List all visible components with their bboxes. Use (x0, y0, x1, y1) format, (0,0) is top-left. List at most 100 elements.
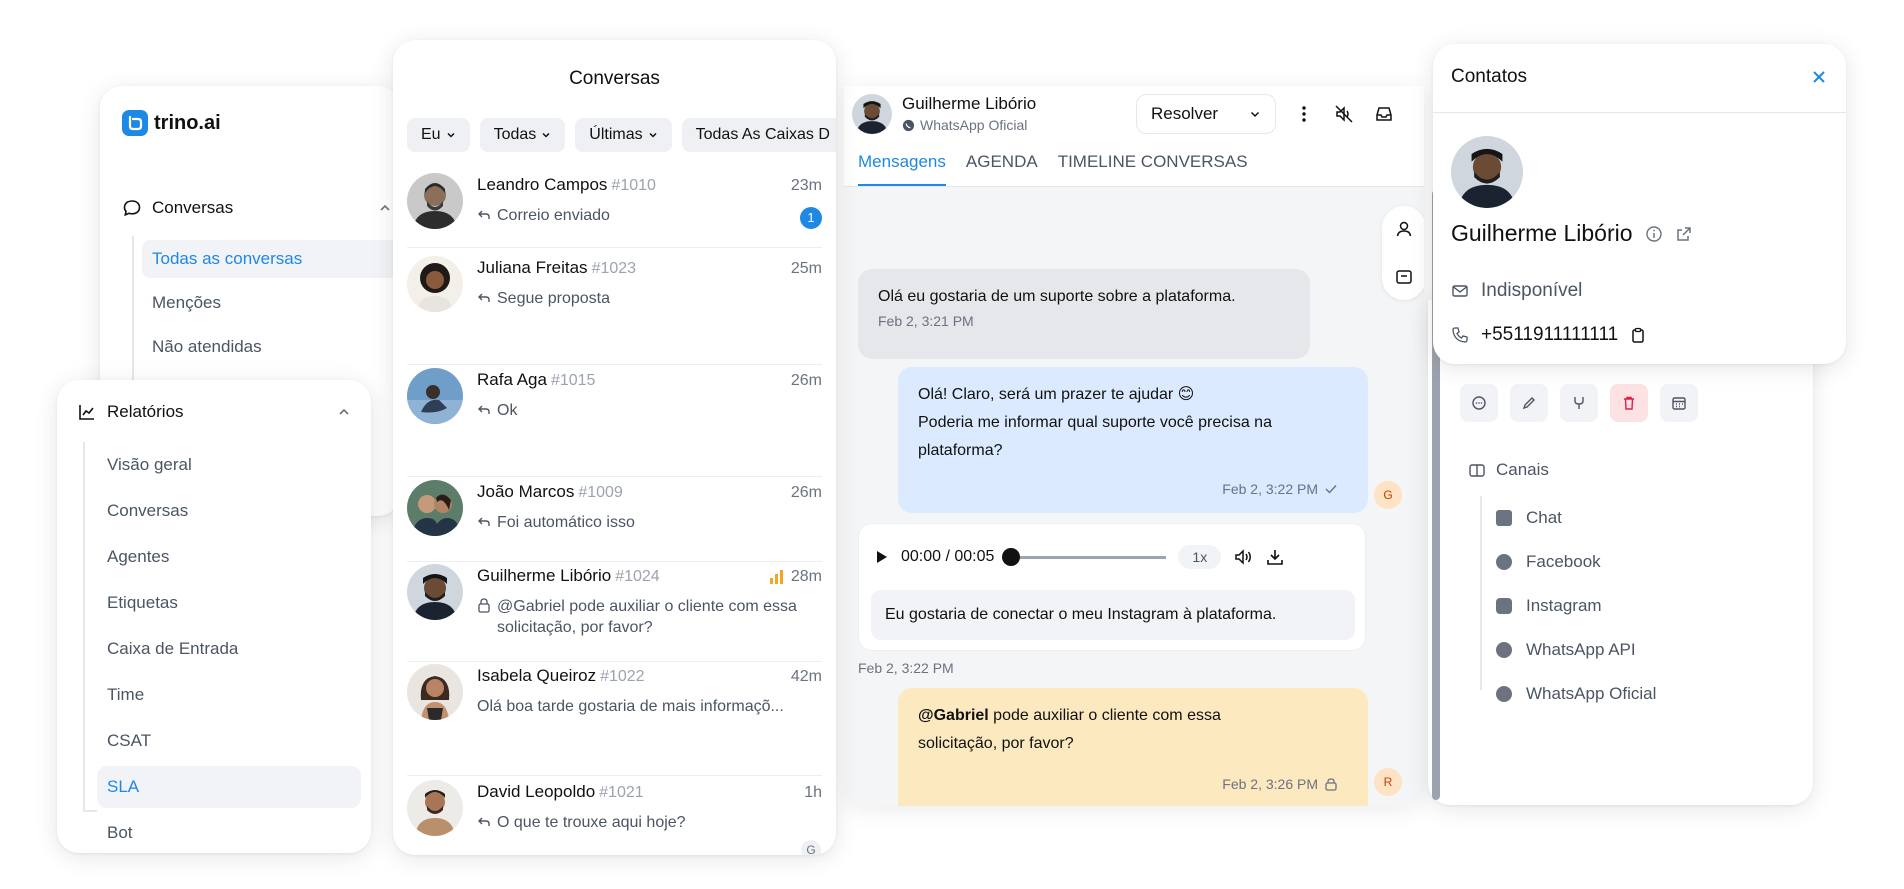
audio-progress[interactable] (1002, 547, 1167, 566)
filter-inbox[interactable]: Todas As Caixas D (681, 118, 836, 152)
sidebar-item-todas[interactable]: Todas as conversas (142, 240, 400, 278)
brand-name: trino.ai (154, 111, 221, 134)
chat-contact-name[interactable]: Guilherme Libório (902, 94, 1036, 114)
sidebar-item-nao-atendidas[interactable]: Não atendidas (142, 328, 400, 366)
chat-panel: Guilherme Libório WhatsApp Oficial Resol… (844, 86, 1424, 806)
download-icon[interactable] (1265, 547, 1285, 567)
message-time: Feb 2, 3:22 PM (858, 660, 954, 676)
line-chart-icon (79, 405, 94, 420)
external-link-icon[interactable] (1675, 225, 1693, 243)
filter-assignee[interactable]: Eu (407, 118, 470, 152)
chevron-down-icon[interactable] (1249, 108, 1261, 120)
chat-contact-avatar[interactable] (852, 94, 892, 134)
contact-info-icon[interactable] (1395, 220, 1413, 238)
note-text: pode auxiliar o cliente com essa (988, 707, 1221, 724)
calendar-button[interactable] (1660, 384, 1698, 422)
chevron-up-icon[interactable] (378, 201, 392, 215)
edit-contact-button[interactable] (1510, 384, 1548, 422)
report-item-sla[interactable]: SLA (97, 766, 361, 808)
conversation-item[interactable]: Guilherme Libório #1024 28m @Gabriel pode… (407, 564, 822, 662)
notes-icon[interactable] (1395, 268, 1413, 286)
brand-logo[interactable]: trino.ai (122, 110, 221, 136)
channel-item-facebook[interactable]: Facebook (1496, 552, 1601, 572)
report-item-conversas[interactable]: Conversas (97, 490, 361, 532)
preview-text: Correio enviado (497, 207, 610, 224)
filter-label: Últimas (589, 126, 643, 143)
conversation-item[interactable]: Rafa Aga #1015 26m Ok (407, 368, 822, 477)
more-options-icon[interactable] (1294, 104, 1314, 124)
avatar (407, 368, 463, 424)
channel-label: Instagram (1526, 596, 1602, 615)
close-icon[interactable] (1810, 68, 1828, 86)
conversation-preview: Correio enviado (477, 205, 822, 226)
priority-bars-icon (769, 570, 783, 584)
report-item-agentes[interactable]: Agentes (97, 536, 361, 578)
trash-icon (1624, 396, 1634, 410)
chevron-up-icon[interactable] (337, 405, 351, 419)
playback-speed[interactable]: 1x (1178, 545, 1222, 569)
message-icon (1472, 396, 1486, 410)
merge-contact-button[interactable] (1560, 384, 1598, 422)
message-time: Feb 2, 3:22 PM (1222, 481, 1318, 497)
resolve-label: Resolver (1151, 104, 1219, 123)
whatsapp-icon (1496, 642, 1512, 658)
filter-status[interactable]: Todas (479, 118, 566, 152)
merge-icon (1574, 397, 1584, 409)
audio-time: 00:00 / 00:05 (901, 548, 995, 565)
avatar (407, 256, 463, 312)
inbox-icon[interactable] (1374, 104, 1394, 124)
channel-item-instagram[interactable]: Instagram (1496, 596, 1602, 616)
conversation-item[interactable]: Juliana Freitas #1023 25m Segue proposta (407, 256, 822, 365)
copy-icon[interactable] (1630, 327, 1646, 343)
audio-progress-knob[interactable] (1002, 547, 1021, 566)
report-item-csat[interactable]: CSAT (97, 720, 361, 762)
filter-sort[interactable]: Últimas (575, 118, 672, 152)
report-item-bot[interactable]: Bot (97, 812, 361, 853)
tab-timeline[interactable]: TIMELINE CONVERSAS (1058, 152, 1248, 186)
volume-icon[interactable] (1233, 547, 1253, 567)
conversation-item[interactable]: David Leopoldo #1021 1h O que te trouxe a… (407, 780, 822, 855)
conversation-item[interactable]: Isabela Queiroz #1022 42m Olá boa tarde g… (407, 664, 822, 776)
conversation-time: 26m (791, 372, 822, 390)
agent-initial-badge: R (1374, 768, 1402, 796)
channel-item-whatsapp-oficial[interactable]: WhatsApp Oficial (1496, 684, 1656, 704)
new-message-button[interactable] (1460, 384, 1498, 422)
preview-text: @Gabriel pode auxiliar o cliente com ess… (497, 598, 797, 636)
report-item-time[interactable]: Time (97, 674, 361, 716)
channels-section[interactable]: Canais (1468, 460, 1549, 480)
tab-mensagens[interactable]: Mensagens (858, 152, 946, 186)
tab-agenda[interactable]: AGENDA (966, 152, 1038, 186)
nav-section-relatorios[interactable]: Relatórios (77, 402, 351, 422)
resolve-button[interactable]: Resolver (1136, 94, 1276, 134)
conversation-filters: Eu Todas Últimas Todas As Caixas D (407, 118, 836, 152)
message-text: Olá eu gostaria de um suporte sobre a pl… (878, 288, 1236, 305)
report-item-caixa-de-entrada[interactable]: Caixa de Entrada (97, 628, 361, 670)
note-line: solicitação, por favor? (918, 735, 1074, 752)
report-item-visao-geral[interactable]: Visão geral (97, 444, 361, 486)
chevron-down-icon (542, 132, 550, 138)
agent-initial-badge: G (1374, 481, 1402, 509)
time-label: 23m (790, 177, 822, 194)
conversation-id: #1010 (611, 177, 656, 194)
mention[interactable]: @Gabriel (918, 707, 989, 724)
nav-section-conversas[interactable]: Conversas (122, 198, 392, 218)
instagram-icon (1496, 598, 1512, 614)
channel-item-whatsapp-api[interactable]: WhatsApp API (1496, 640, 1636, 660)
filter-label: Todas (493, 126, 537, 143)
report-item-etiquetas[interactable]: Etiquetas (97, 582, 361, 624)
conversation-item[interactable]: João Marcos #1009 26m Foi automático isso (407, 480, 822, 562)
private-note: @Gabriel pode auxiliar o cliente com ess… (898, 688, 1368, 806)
chevron-down-icon (447, 132, 455, 138)
time-label: 26m (790, 372, 822, 389)
mute-icon[interactable] (1334, 104, 1354, 124)
delete-contact-button[interactable] (1610, 384, 1648, 422)
play-icon[interactable] (873, 549, 889, 565)
avatar (407, 564, 463, 620)
chat-channel-icon (1496, 510, 1512, 526)
conversation-item[interactable]: Leandro Campos #1010 23m Correio enviado … (407, 173, 822, 248)
conversation-name: João Marcos #1009 (477, 482, 623, 502)
time-label: 26m (790, 484, 822, 501)
info-icon[interactable] (1645, 225, 1663, 243)
sidebar-item-mencoes[interactable]: Menções (142, 284, 400, 322)
channel-item-chat[interactable]: Chat (1496, 508, 1562, 528)
